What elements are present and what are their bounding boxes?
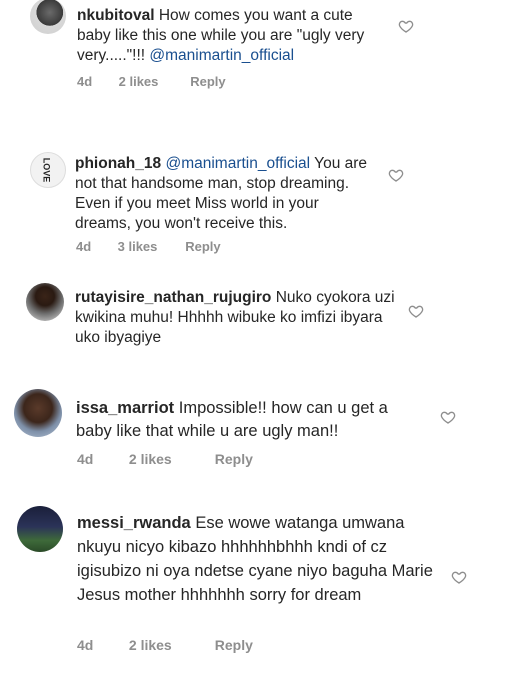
comment-meta: 4d 2 likes Reply	[77, 637, 253, 653]
comment-meta: 4d 2 likes Reply	[77, 74, 226, 89]
comment-username[interactable]: phionah_18	[75, 155, 161, 172]
comment-text: issa_marriot Impossible!! how can u get …	[76, 397, 416, 443]
heart-icon[interactable]	[451, 569, 467, 585]
heart-icon[interactable]	[408, 303, 424, 319]
heart-icon[interactable]	[388, 167, 404, 183]
comment-likes[interactable]: 2 likes	[119, 74, 187, 89]
comment-likes[interactable]: 2 likes	[129, 637, 211, 653]
comment-reply-button[interactable]: Reply	[190, 74, 225, 89]
comment-text: nkubitoval How comes you want a cute bab…	[77, 6, 367, 66]
comment-meta: 4d 2 likes Reply	[77, 451, 253, 467]
avatar[interactable]	[30, 0, 66, 34]
comment-likes[interactable]: 2 likes	[129, 451, 211, 467]
comment-username[interactable]: nkubitoval	[77, 7, 155, 24]
comment-mention[interactable]: @manimartin_official	[149, 47, 294, 64]
comment-reply-button[interactable]: Reply	[185, 239, 220, 254]
heart-icon[interactable]	[398, 18, 414, 34]
comment-time: 4d	[76, 239, 92, 254]
comment-text: phionah_18 @manimartin_official You are …	[75, 154, 375, 234]
comment-meta: 4d 3 likes Reply	[76, 239, 221, 254]
avatar[interactable]	[14, 389, 62, 437]
comment-time: 4d	[77, 74, 93, 89]
avatar[interactable]	[17, 506, 63, 552]
heart-icon[interactable]	[440, 409, 456, 425]
comment-text: rutayisire_nathan_rujugiro Nuko cyokora …	[75, 288, 395, 348]
comment-username[interactable]: issa_marriot	[76, 399, 174, 417]
comment-username[interactable]: rutayisire_nathan_rujugiro	[75, 289, 271, 306]
comment-text: messi_rwanda Ese wowe watanga umwana nku…	[77, 511, 437, 607]
avatar-text: LOVE	[41, 157, 52, 183]
comment-time: 4d	[77, 637, 94, 653]
comment-username[interactable]: messi_rwanda	[77, 514, 191, 532]
avatar[interactable]	[26, 283, 64, 321]
comment-likes[interactable]: 3 likes	[118, 239, 182, 254]
avatar[interactable]: LOVE	[30, 152, 66, 188]
comment-time: 4d	[77, 451, 94, 467]
comment-mention[interactable]: @manimartin_official	[165, 155, 310, 172]
comment-reply-button[interactable]: Reply	[215, 451, 253, 467]
comment-reply-button[interactable]: Reply	[215, 637, 253, 653]
